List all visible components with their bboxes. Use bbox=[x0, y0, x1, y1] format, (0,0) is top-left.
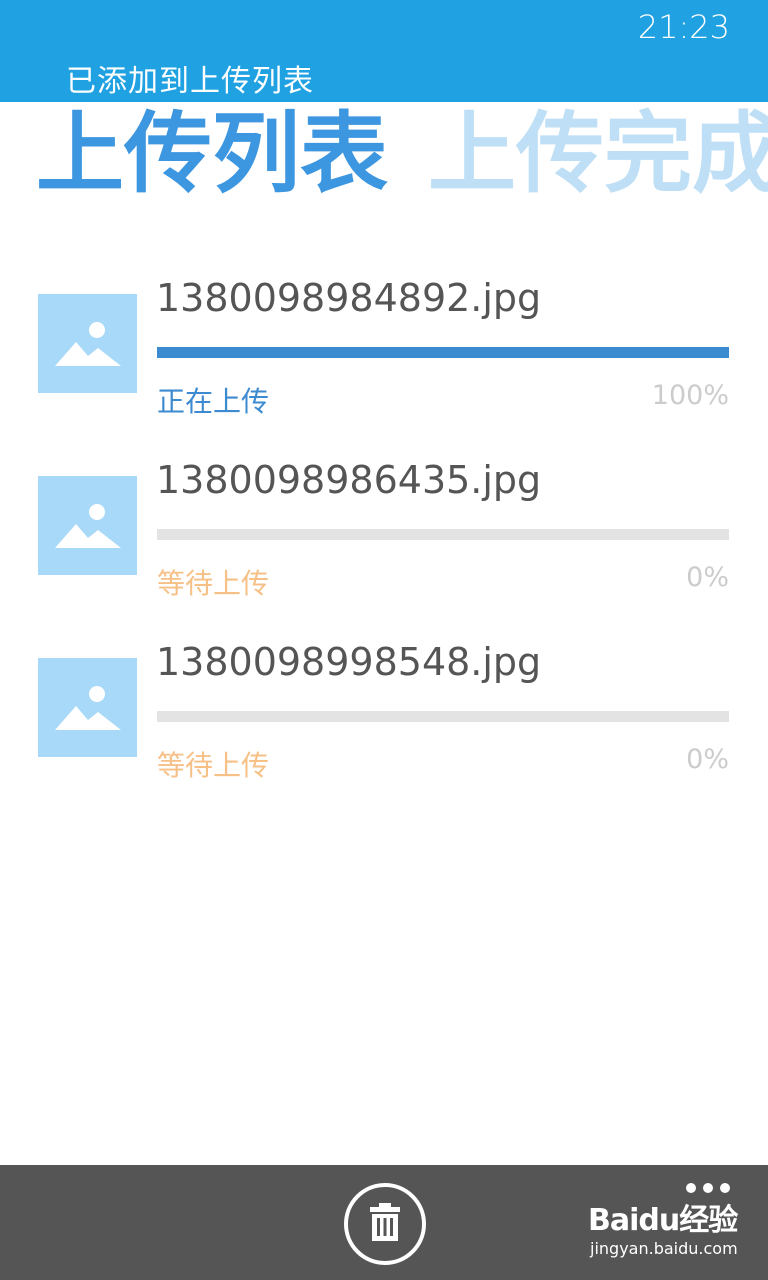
image-thumbnail bbox=[38, 476, 137, 575]
file-name: 1380098998548.jpg bbox=[156, 640, 542, 684]
upload-item[interactable]: 1380098986435.jpg 等待上传 0% bbox=[0, 458, 768, 644]
progress-bar bbox=[157, 347, 729, 358]
progress-bar bbox=[157, 529, 729, 540]
dot bbox=[720, 1183, 730, 1193]
progress-fill bbox=[157, 347, 729, 358]
upload-status: 等待上传 bbox=[157, 567, 270, 600]
image-thumbnail bbox=[38, 294, 137, 393]
upload-status: 等待上传 bbox=[157, 749, 270, 782]
delete-button[interactable] bbox=[344, 1183, 426, 1265]
dot bbox=[686, 1183, 696, 1193]
upload-item[interactable]: 1380098984892.jpg 正在上传 100% bbox=[0, 276, 768, 462]
upload-percent: 0% bbox=[686, 744, 729, 775]
upload-status: 正在上传 bbox=[157, 385, 270, 418]
watermark-logo: Baidu经验 bbox=[588, 1203, 738, 1238]
watermark-url: jingyan.baidu.com bbox=[590, 1239, 738, 1258]
baidu-watermark: Baidu经验 jingyan.baidu.com bbox=[588, 1195, 738, 1265]
toast-message: 已添加到上传列表 bbox=[66, 64, 314, 99]
image-icon bbox=[55, 504, 121, 548]
image-icon bbox=[55, 322, 121, 366]
tab-upload-list[interactable]: 上传列表 bbox=[36, 104, 388, 204]
dot bbox=[703, 1183, 713, 1193]
upload-list: 1380098984892.jpg 正在上传 100% 138009898643… bbox=[0, 276, 768, 826]
status-time: 21:23 bbox=[637, 8, 730, 46]
file-name: 1380098984892.jpg bbox=[156, 276, 542, 320]
file-name: 1380098986435.jpg bbox=[156, 458, 542, 502]
ellipsis-icon[interactable] bbox=[686, 1183, 730, 1195]
status-bar: 21:23 已添加到上传列表 bbox=[0, 0, 768, 102]
pivot-header: 上传列表 上传完成 bbox=[36, 104, 768, 204]
app-bar: Baidu经验 jingyan.baidu.com bbox=[0, 1165, 768, 1280]
progress-bar bbox=[157, 711, 729, 722]
upload-percent: 0% bbox=[686, 562, 729, 593]
trash-icon bbox=[370, 1203, 400, 1241]
image-thumbnail bbox=[38, 658, 137, 757]
tab-upload-complete[interactable]: 上传完成 bbox=[428, 104, 768, 204]
upload-item[interactable]: 1380098998548.jpg 等待上传 0% bbox=[0, 640, 768, 826]
image-icon bbox=[55, 686, 121, 730]
upload-percent: 100% bbox=[651, 380, 729, 411]
